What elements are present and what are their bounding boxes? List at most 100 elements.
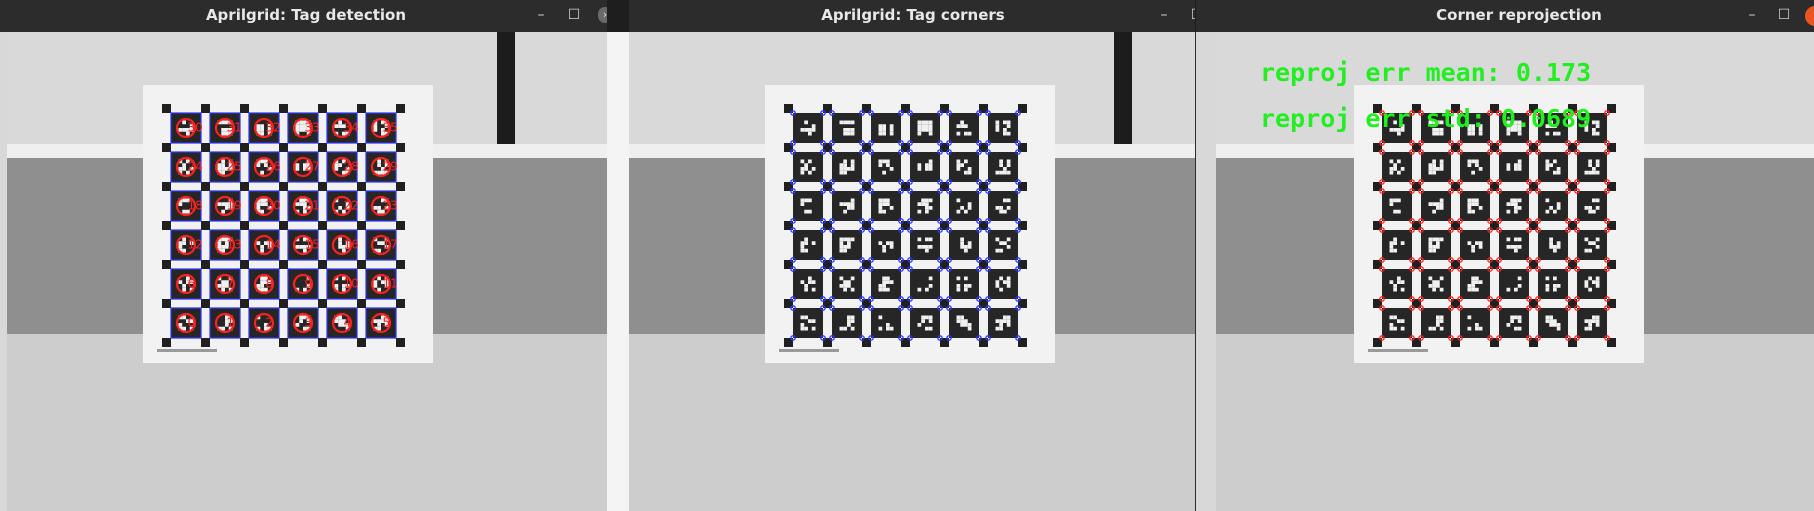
tag-bit — [1475, 159, 1479, 164]
tag-bit — [1467, 326, 1472, 331]
tag-bit — [217, 202, 222, 206]
tag-bit — [1471, 202, 1475, 206]
tag-bit — [1439, 159, 1444, 164]
minimize-icon[interactable]: – — [1153, 0, 1175, 30]
tag-bit — [1006, 124, 1011, 128]
tag-bit — [260, 131, 264, 136]
tag-bit — [1428, 163, 1433, 167]
tag-bit — [1595, 323, 1600, 327]
tag-bit — [217, 241, 222, 245]
tag-bit — [960, 206, 964, 210]
tag-bit — [847, 202, 851, 206]
tag-bit — [917, 120, 922, 125]
tag-bit — [373, 128, 378, 132]
tag-bit — [1592, 167, 1596, 171]
tag-bit — [956, 198, 961, 203]
tag-bit — [839, 245, 844, 249]
tag-bit — [338, 124, 342, 128]
tag-bit — [804, 326, 808, 331]
minimize-icon[interactable]: – — [1741, 0, 1763, 30]
tag-bit — [995, 128, 1000, 132]
tag-bit — [221, 237, 225, 242]
minimize-icon[interactable]: – — [530, 0, 552, 30]
tag-bit — [1475, 323, 1479, 327]
tag-bit — [1549, 237, 1553, 242]
tag-bit — [956, 284, 961, 288]
tag-bit — [1389, 167, 1394, 171]
tag-bit — [1478, 245, 1483, 249]
tag-bit — [808, 170, 812, 175]
tag-bit — [260, 202, 264, 206]
close-icon[interactable] — [1805, 6, 1814, 26]
corner-square — [396, 299, 405, 308]
tag-bit — [260, 198, 264, 203]
tag-bit — [1584, 248, 1589, 253]
tag-bit — [1478, 280, 1483, 284]
corner-square — [240, 299, 249, 308]
tag-bit — [1432, 248, 1436, 253]
title-bar[interactable]: Corner reprojection – ☐ — [1196, 0, 1814, 32]
tag-bit — [1517, 284, 1522, 288]
corner-square — [162, 299, 171, 308]
tag-bit — [1592, 241, 1596, 245]
tag-bit — [847, 120, 851, 125]
tag-id-label: 32 — [266, 121, 281, 135]
maximize-icon[interactable]: ☐ — [563, 0, 585, 30]
tag-bit — [1436, 315, 1440, 320]
tag-bit — [800, 202, 805, 206]
tag-bit — [878, 241, 883, 245]
tag-bit — [878, 131, 883, 136]
tag-bit — [804, 120, 808, 125]
tag-id-label: 10 — [344, 277, 359, 291]
tag-bit — [921, 198, 925, 203]
tag-bit — [373, 124, 378, 128]
tag-bit — [1432, 245, 1436, 249]
tag-bit — [1588, 159, 1592, 164]
tag-bit — [804, 198, 808, 203]
chevron-right-icon[interactable]: › — [598, 7, 607, 23]
tag-bit — [847, 280, 851, 284]
tag-bit — [886, 198, 890, 203]
tag-bit — [882, 248, 886, 253]
tag-bit — [843, 159, 847, 164]
tag-bit — [1397, 319, 1401, 323]
tag-bit — [1439, 163, 1444, 167]
tag-bit — [1592, 209, 1596, 214]
tag-bit — [1510, 245, 1514, 249]
title-bar[interactable]: Aprilgrid: Tag corners – ☐ — [629, 0, 1195, 32]
tag-bit — [1436, 206, 1440, 210]
tag-bit — [925, 167, 929, 171]
tag-bit — [295, 202, 300, 206]
tag-bit — [1393, 315, 1397, 320]
tag-bit — [878, 206, 883, 210]
maximize-icon[interactable]: ☐ — [1773, 0, 1795, 30]
corner-square — [162, 182, 171, 191]
tag-bit — [800, 241, 805, 245]
tag-bit — [999, 170, 1003, 175]
tag-bit — [800, 323, 805, 327]
tag-bit — [847, 237, 851, 242]
tag-bit — [956, 319, 961, 323]
tag-bit — [1556, 245, 1561, 249]
tag-bit — [999, 241, 1003, 245]
tag-bit — [889, 128, 894, 132]
tag-bit — [800, 167, 805, 171]
tag-id-label: 21 — [305, 199, 320, 213]
tag-id-label: 30 — [188, 121, 203, 135]
tag-bit — [800, 280, 805, 284]
tag-bit — [925, 245, 929, 249]
tag-id-label: 0 — [188, 316, 196, 330]
tag-bit — [921, 202, 925, 206]
tag-bit — [295, 245, 300, 249]
title-bar[interactable]: Aprilgrid: Tag detection – ☐ › — [0, 0, 607, 32]
corner-square — [318, 338, 327, 347]
tag-bit — [1003, 280, 1007, 284]
corner-square — [279, 299, 288, 308]
tag-bit — [921, 245, 925, 249]
tag-bit — [1549, 245, 1553, 249]
tag-bit — [843, 131, 847, 136]
tag-bit — [847, 167, 851, 171]
tag-bit — [1588, 241, 1592, 245]
tag-bit — [960, 315, 964, 320]
maximize-icon[interactable]: ☐ — [1186, 0, 1195, 30]
